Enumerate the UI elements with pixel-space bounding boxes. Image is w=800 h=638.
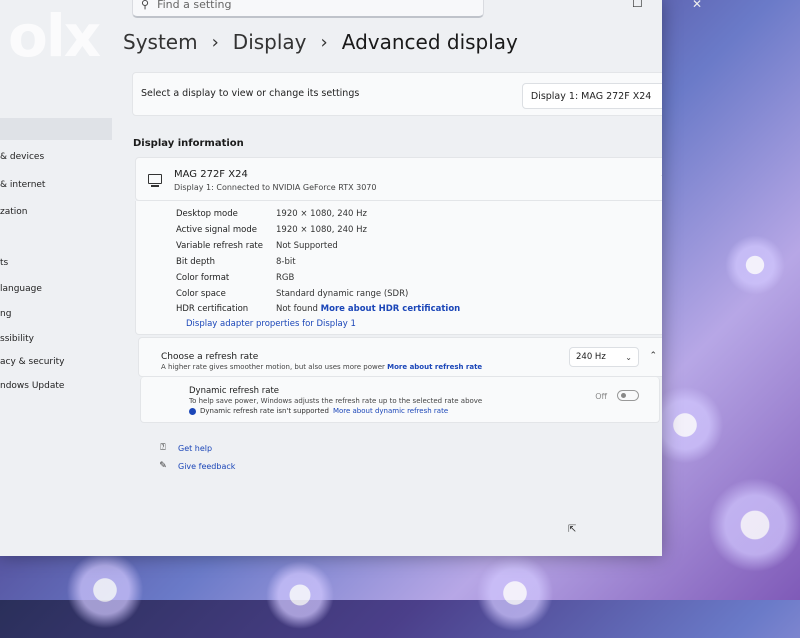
dynamic-refresh-card: Dynamic refresh rate To help save power,…: [140, 377, 660, 423]
sidebar-item-windows-update[interactable]: ndows Update: [0, 381, 64, 391]
sidebar-item-personalization[interactable]: zation: [0, 207, 27, 217]
sidebar-item-gaming[interactable]: ng: [0, 309, 11, 319]
info-value: Not Supported: [276, 241, 338, 251]
search-input[interactable]: ⚲ Find a setting: [132, 0, 484, 18]
help-icon: ⍰: [160, 443, 166, 453]
display-adapter-properties-link[interactable]: Display adapter properties for Display 1: [186, 319, 356, 329]
maximize-button[interactable]: ☐: [632, 0, 643, 10]
hdr-status: Not found: [276, 304, 318, 314]
search-placeholder: Find a setting: [157, 0, 232, 11]
info-value: Standard dynamic range (SDR): [276, 289, 409, 299]
display-info-details: Desktop mode 1920 × 1080, 240 Hz Active …: [135, 201, 662, 335]
olx-watermark: olx: [8, 2, 101, 70]
refresh-rate-subtitle: A higher rate gives smoother motion, but…: [161, 363, 385, 371]
breadcrumb-display[interactable]: Display: [233, 30, 307, 54]
breadcrumb: System › Display › Advanced display: [123, 30, 518, 54]
mouse-cursor-icon: ⇱: [568, 524, 577, 535]
info-icon: [189, 407, 196, 415]
display-information-heading: Display information: [133, 138, 244, 149]
sidebar-item-bluetooth-devices[interactable]: & devices: [0, 152, 44, 162]
info-value: 1920 × 1080, 240 Hz: [276, 225, 367, 235]
breadcrumb-separator: ›: [211, 31, 219, 53]
sidebar-item-accessibility[interactable]: ssibility: [0, 334, 34, 344]
refresh-rate-card: Choose a refresh rate A higher rate give…: [138, 337, 662, 377]
toggle-state-label: Off: [595, 392, 607, 401]
sidebar-active-highlight: [0, 118, 112, 140]
refresh-rate-value: 240 Hz: [576, 352, 606, 362]
give-feedback-link[interactable]: ✎ Give feedback: [158, 461, 235, 471]
refresh-rate-link[interactable]: More about refresh rate: [387, 363, 482, 371]
display-select-dropdown[interactable]: Display 1: MAG 272F X24 ⌄: [521, 83, 662, 109]
chevron-up-icon[interactable]: ⌃: [649, 351, 657, 361]
monitor-connection: Display 1: Connected to NVIDIA GeForce R…: [174, 183, 377, 192]
info-label: Desktop mode: [176, 209, 238, 219]
info-label: Bit depth: [176, 257, 215, 267]
refresh-rate-description: A higher rate gives smoother motion, but…: [161, 363, 482, 371]
hdr-certification-link[interactable]: More about HDR certification: [321, 304, 461, 314]
sidebar-item-privacy-security[interactable]: acy & security: [0, 357, 64, 367]
chevron-down-icon: ⌄: [661, 92, 662, 101]
breadcrumb-system[interactable]: System: [123, 30, 198, 54]
get-help-link[interactable]: ⍰ Get help: [158, 443, 212, 453]
info-value: 8-bit: [276, 257, 296, 267]
feedback-icon: ✎: [159, 461, 167, 471]
info-value: 1920 × 1080, 240 Hz: [276, 209, 367, 219]
display-select-card: Select a display to view or change its s…: [132, 72, 662, 116]
info-label: Variable refresh rate: [176, 241, 263, 251]
get-help-label: Get help: [178, 443, 213, 453]
refresh-rate-dropdown[interactable]: 240 Hz ⌄: [569, 347, 639, 367]
dynamic-refresh-title: Dynamic refresh rate: [189, 386, 280, 396]
settings-window: & devices & internet zation ts language …: [0, 0, 662, 556]
monitor-icon: [148, 174, 162, 187]
sidebar-item-network-internet[interactable]: & internet: [0, 180, 45, 190]
dynamic-refresh-link[interactable]: More about dynamic refresh rate: [333, 407, 448, 415]
breadcrumb-separator: ›: [320, 31, 328, 53]
dynamic-refresh-warning: Dynamic refresh rate isn't supported Mor…: [189, 407, 448, 415]
chevron-up-icon[interactable]: ⌃: [660, 173, 662, 184]
sidebar: & devices & internet zation ts language …: [0, 0, 112, 556]
chevron-down-icon: ⌄: [625, 352, 632, 362]
monitor-name: MAG 272F X24: [174, 169, 248, 180]
dynamic-refresh-subtitle: To help save power, Windows adjusts the …: [189, 397, 483, 405]
sidebar-item-time-language[interactable]: language: [0, 284, 42, 294]
page-title: Advanced display: [341, 30, 518, 54]
display-select-label: Select a display to view or change its s…: [141, 88, 360, 99]
dynamic-refresh-toggle[interactable]: [617, 390, 639, 401]
info-label: Color space: [176, 289, 226, 299]
close-button[interactable]: ✕: [692, 0, 702, 11]
monitor-header[interactable]: MAG 272F X24 Display 1: Connected to NVI…: [135, 157, 662, 201]
sidebar-item-accounts[interactable]: ts: [0, 258, 8, 268]
info-label: HDR certification: [176, 304, 249, 314]
dynamic-refresh-warning-text: Dynamic refresh rate isn't supported: [200, 407, 329, 415]
refresh-rate-title: Choose a refresh rate: [161, 352, 259, 362]
search-icon: ⚲: [141, 0, 150, 11]
info-value: Not found More about HDR certification: [276, 304, 460, 314]
info-value: RGB: [276, 273, 295, 283]
info-label: Active signal mode: [176, 225, 257, 235]
display-select-value: Display 1: MAG 272F X24: [530, 90, 652, 102]
info-label: Color format: [176, 273, 230, 283]
give-feedback-label: Give feedback: [178, 461, 236, 471]
